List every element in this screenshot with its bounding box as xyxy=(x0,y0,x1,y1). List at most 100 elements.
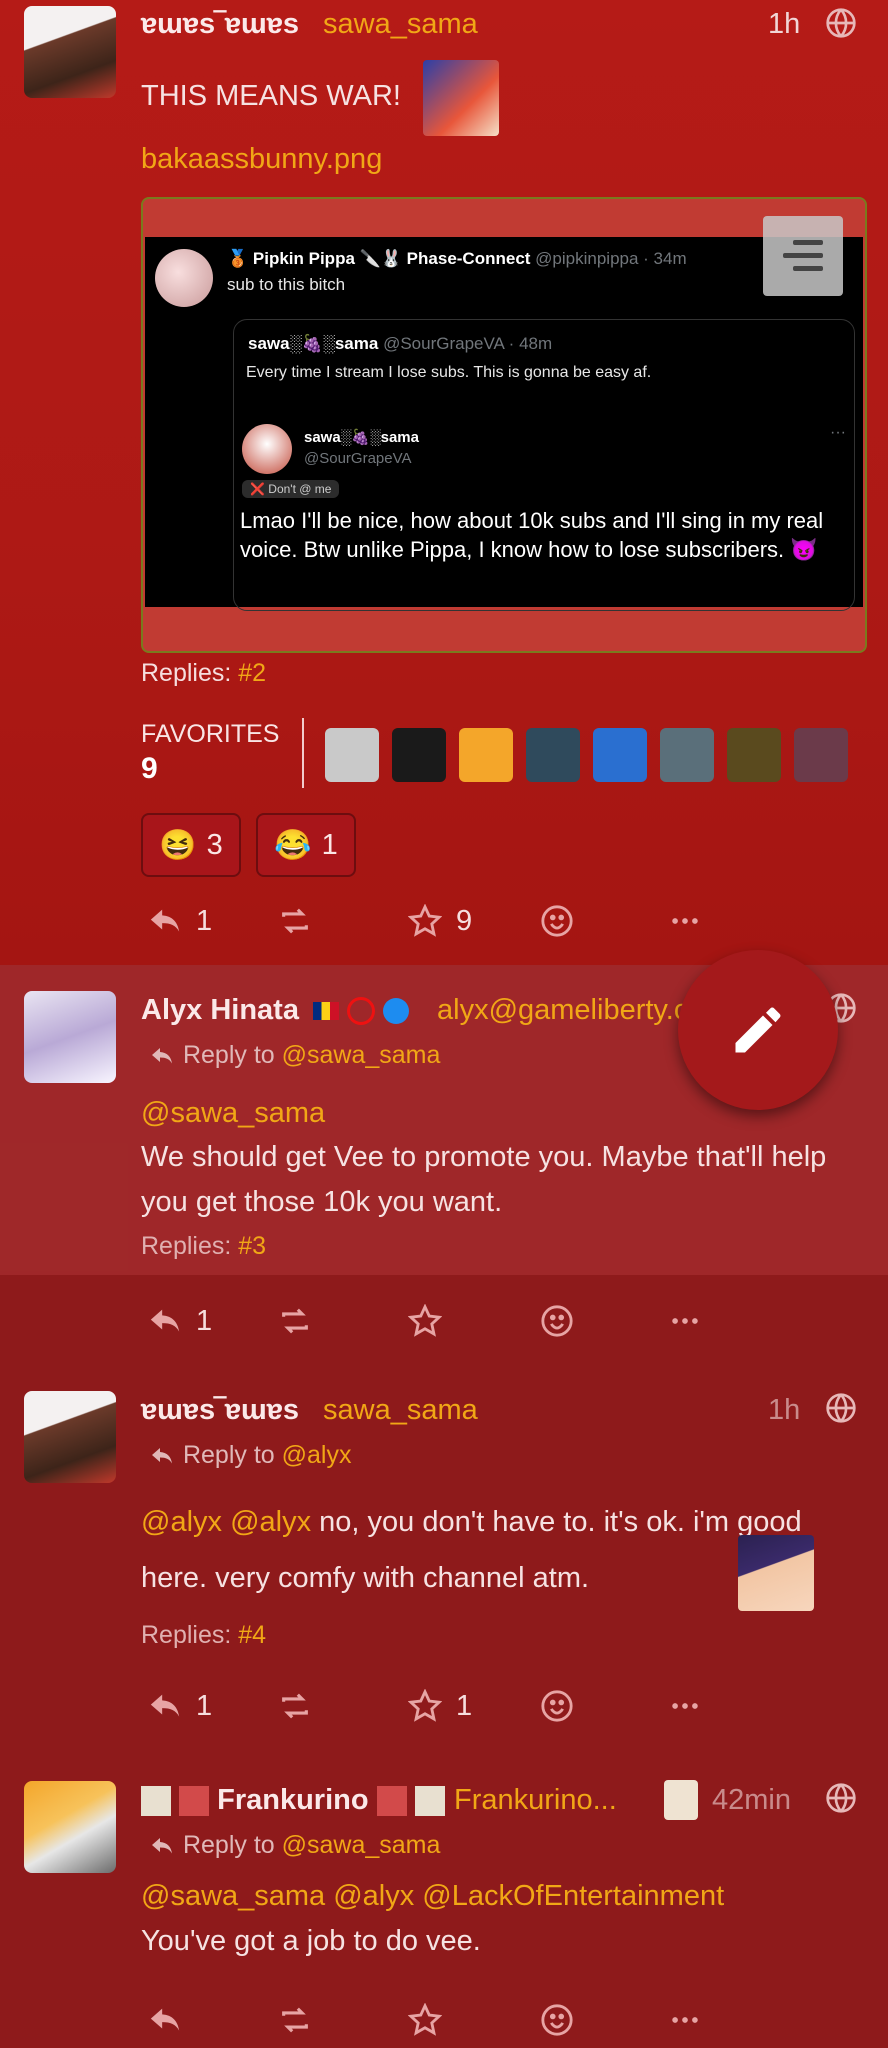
globe-icon xyxy=(826,1783,856,1813)
repeat-button[interactable] xyxy=(278,1301,312,1341)
post-time[interactable]: 1h xyxy=(768,1394,800,1427)
favorite-avatar[interactable] xyxy=(794,728,848,782)
quote-author: sawa░🍇░sama xyxy=(248,334,379,353)
favorite-button[interactable]: 9 xyxy=(408,901,472,941)
emoji-react-button[interactable] xyxy=(540,1301,574,1341)
avatar[interactable] xyxy=(24,991,116,1083)
user-handle[interactable]: sawa_sama xyxy=(323,8,478,41)
mention-links[interactable]: @alyx @alyx xyxy=(141,1506,311,1538)
favorite-avatar[interactable] xyxy=(526,728,580,782)
star-icon xyxy=(408,1689,442,1722)
favorite-avatar[interactable] xyxy=(593,728,647,782)
repeat-icon xyxy=(282,908,308,934)
reply-count: 1 xyxy=(196,1689,213,1722)
custom-emoji xyxy=(738,1535,814,1611)
reply-arrow-icon xyxy=(152,1048,172,1064)
avatar[interactable] xyxy=(24,1391,116,1483)
more-icon xyxy=(672,2017,698,2023)
favorites-divider xyxy=(302,718,304,788)
post-text: You've got a job to do vee. xyxy=(141,1925,481,1957)
favorite-button[interactable] xyxy=(408,2000,442,2040)
reply-to-link[interactable]: @sawa_sama xyxy=(282,1041,441,1069)
emoji-react-button[interactable] xyxy=(540,2000,574,2040)
reply-button[interactable]: 1 xyxy=(148,901,212,941)
reply-button[interactable]: 1 xyxy=(148,1686,212,1726)
repeat-button[interactable] xyxy=(278,901,312,941)
media-menu-button[interactable] xyxy=(763,216,843,296)
tweet-text: sub to this bitch xyxy=(227,275,346,294)
post-time[interactable]: 1h xyxy=(768,8,800,41)
reply-arrow-icon xyxy=(152,1838,172,1854)
reply-to-label: Reply to xyxy=(182,1041,275,1069)
replies-label: Replies: xyxy=(141,1621,232,1649)
reply-to-link[interactable]: @sawa_sama xyxy=(282,1831,441,1859)
favorite-avatar[interactable] xyxy=(325,728,379,782)
emoji-react-icon xyxy=(541,2004,573,2036)
favorite-avatar[interactable] xyxy=(727,728,781,782)
replies-link[interactable]: #4 xyxy=(238,1621,266,1649)
reply-arrow-icon xyxy=(152,1448,172,1464)
more-button[interactable] xyxy=(668,2000,702,2040)
avatar[interactable] xyxy=(24,6,116,98)
repeat-button[interactable] xyxy=(278,2000,312,2040)
more-button[interactable] xyxy=(668,901,702,941)
reaction-button[interactable]: 😂 1 xyxy=(256,813,356,877)
attachment-link[interactable]: bakaassbunny.png xyxy=(141,137,382,182)
avatar[interactable] xyxy=(24,1781,116,1873)
favorite-button[interactable] xyxy=(408,1301,442,1341)
more-button[interactable] xyxy=(668,1686,702,1726)
quote-meta: @SourGrapeVA · 48m xyxy=(383,334,553,353)
replies-link[interactable]: #3 xyxy=(238,1232,266,1260)
display-name: Alyx Hinata xyxy=(141,994,299,1026)
post-4: Frankurino Frankurino... 42min Reply to … xyxy=(0,1755,888,2048)
favorite-button[interactable]: 1 xyxy=(408,1686,472,1726)
compose-button[interactable] xyxy=(678,950,838,1110)
replies-link[interactable]: #2 xyxy=(238,659,266,687)
display-name[interactable]: ɐɯɐs‾ɐɯɐs xyxy=(141,8,299,41)
inner-dots: ··· xyxy=(830,424,846,441)
more-button[interactable] xyxy=(668,1301,702,1341)
post-1: ɐɯɐs‾ɐɯɐs sawa_sama 1h THIS MEANS WAR! b… xyxy=(0,0,888,965)
star-icon xyxy=(408,1304,442,1337)
star-icon xyxy=(408,904,442,937)
replies-label: Replies: xyxy=(141,1232,232,1260)
mention-links[interactable]: @sawa_sama @alyx @LackOfEntertainment xyxy=(141,1874,724,1919)
emoji-react-button[interactable] xyxy=(540,1686,574,1726)
inner-body: Lmao I'll be nice, how about 10k subs an… xyxy=(240,508,824,562)
reply-button[interactable] xyxy=(148,2000,182,2040)
user-handle[interactable]: Frankurino... xyxy=(454,1784,654,1817)
reply-to-label: Reply to xyxy=(182,1441,275,1469)
inner-handle: @SourGrapeVA xyxy=(304,450,412,467)
repeat-icon xyxy=(282,1693,308,1719)
reaction-button[interactable]: 😆 3 xyxy=(141,813,241,877)
favorite-avatar[interactable] xyxy=(392,728,446,782)
display-name[interactable]: ɐɯɐs‾ɐɯɐs xyxy=(141,1394,299,1427)
reply-to-link[interactable]: @alyx xyxy=(282,1441,352,1469)
reply-icon xyxy=(150,1694,180,1717)
favorite-avatar[interactable] xyxy=(459,728,513,782)
favorites-count: 9 xyxy=(141,752,158,785)
post-text: THIS MEANS WAR! xyxy=(141,80,401,112)
repeat-button[interactable] xyxy=(278,1686,312,1726)
post-text: We should get Vee to promote you. Maybe … xyxy=(141,1141,827,1218)
reply-count: 1 xyxy=(196,1304,213,1337)
user-handle[interactable]: sawa_sama xyxy=(323,1394,478,1427)
emoji-react-icon xyxy=(541,1690,573,1722)
reply-icon xyxy=(150,1309,180,1332)
replies-label: Replies: xyxy=(141,659,232,687)
favorites-label: FAVORITES xyxy=(141,720,280,748)
favorite-avatar[interactable] xyxy=(660,728,714,782)
reply-button[interactable]: 1 xyxy=(148,1301,212,1341)
tweet-avatar xyxy=(155,249,213,307)
globe-icon xyxy=(826,8,856,38)
emoji-react-button[interactable] xyxy=(540,901,574,941)
star-icon xyxy=(408,2003,442,2036)
reply-icon xyxy=(150,2008,180,2031)
emoji-react-icon xyxy=(541,1305,573,1337)
pencil-icon xyxy=(735,1007,781,1053)
display-name: Frankurino xyxy=(217,1784,369,1816)
mention-link[interactable]: @sawa_sama xyxy=(141,1091,325,1136)
image-attachment[interactable]: 🥉 Pipkin Pippa 🔪🐰 Phase-Connect @pipkinp… xyxy=(141,197,867,653)
bot-badge-icon xyxy=(664,1780,698,1820)
post-time[interactable]: 42min xyxy=(712,1784,791,1817)
